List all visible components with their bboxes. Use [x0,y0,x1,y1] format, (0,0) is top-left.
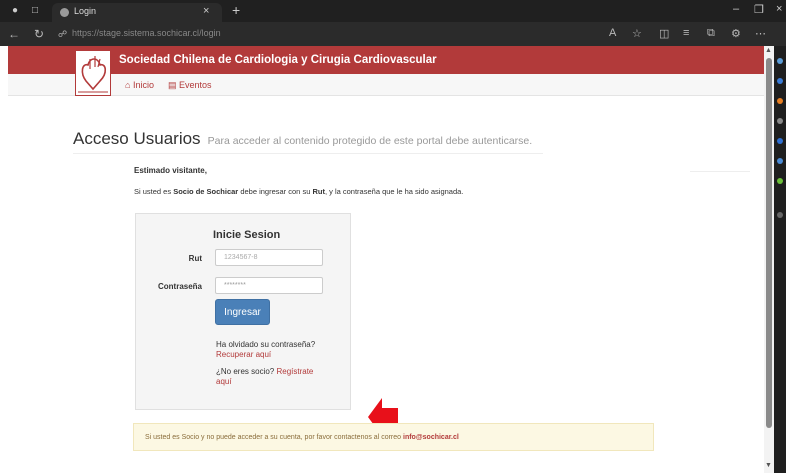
greeting: Estimado visitante, [134,166,207,175]
password-label: Contraseña [157,282,202,291]
register-block: ¿No eres socio? Regístrate aquí [216,367,316,387]
recover-password-link[interactable]: Recuperar aquí [216,350,271,359]
rut-input[interactable] [215,249,323,266]
shopping-icon[interactable] [777,98,783,104]
heart-logo-icon [78,56,108,93]
search-icon[interactable] [777,58,783,64]
site-title: Sociedad Chilena de Cardiologia y Cirugi… [119,54,437,66]
forgot-password-block: Ha olvidado su contraseña? Recuperar aqu… [216,340,346,360]
read-aloud-icon[interactable]: A [609,27,616,39]
url-host: https://stage.sistema.sochicar.cl [72,28,200,38]
ingresar-button[interactable]: Ingresar [215,299,270,325]
lock-icon[interactable]: ☍ [58,29,67,40]
nav-item-eventos[interactable]: ▤ Eventos [168,80,212,91]
address-bar: ← ↻ ☍ https://stage.sistema.sochicar.cl/… [0,22,786,46]
tab-close-icon[interactable]: × [203,5,209,17]
games-icon[interactable] [777,178,783,184]
scrollbar-thumb[interactable] [766,58,772,428]
browser-tab[interactable]: Login × [52,3,222,22]
info-text: debe ingresar con su [238,187,313,196]
maximize-icon[interactable]: ❐ [754,3,764,16]
info-text: Si usted es [134,187,174,196]
help-notice: Si usted es Socio y no puede acceder a s… [133,423,654,451]
url-field[interactable]: https://stage.sistema.sochicar.cl/login [72,28,221,38]
contact-email-link[interactable]: info@sochicar.cl [403,434,459,441]
site-nav: ⌂ Inicio ▤ Eventos [8,74,764,96]
outlook-icon[interactable] [777,158,783,164]
add-sidebar-icon[interactable] [777,212,783,218]
url-path: /login [199,28,221,38]
info-bold-rut: Rut [312,187,325,196]
office-icon[interactable] [777,138,783,144]
login-form: Inicie Sesion Rut Contraseña Ingresar Ha… [135,213,351,410]
browser-sidebar [774,46,786,473]
site-logo[interactable] [75,50,111,96]
divider [690,171,750,172]
tab-actions-icon[interactable]: □ [28,4,42,18]
refresh-icon[interactable]: ↻ [34,27,44,41]
scroll-up-icon[interactable]: ▲ [765,47,772,54]
page-scrollbar[interactable]: ▲ ▼ [764,46,774,473]
tab-title: Login [74,6,97,16]
not-member-text: ¿No eres socio? [216,367,277,376]
more-menu-icon[interactable]: ⋯ [755,27,766,40]
notice-text: Si usted es Socio y no puede acceder a s… [145,434,459,441]
favorite-star-icon[interactable]: ☆ [632,27,642,40]
login-instructions: Si usted es Socio de Sochicar debe ingre… [134,187,463,196]
page-subtitle: Para acceder al contenido protegido de e… [207,135,533,147]
password-input[interactable] [215,277,323,294]
new-tab-button[interactable]: + [232,2,240,18]
extensions-icon[interactable]: ⚙ [731,27,741,40]
web-page: Sociedad Chilena de Cardiologia y Cirugi… [0,46,764,473]
page-heading: Acceso Usuarios Para acceder al contenid… [73,129,532,149]
collections-icon[interactable]: ⧉ [707,27,715,40]
site-header: Sociedad Chilena de Cardiologia y Cirugi… [8,46,764,74]
nav-item-inicio[interactable]: ⌂ Inicio [125,80,154,90]
split-screen-icon[interactable]: ◫ [659,27,669,40]
login-title: Inicie Sesion [213,229,281,241]
browser-titlebar: ● □ Login × + – ❐ × [0,0,786,22]
close-window-icon[interactable]: × [776,3,782,15]
copilot-icon[interactable] [777,78,783,84]
notice-message: Si usted es Socio y no puede acceder a s… [145,434,403,441]
tab-favicon-icon [60,8,69,17]
favorites-list-icon[interactable]: ≡ [683,27,689,39]
page-title: Acceso Usuarios [73,129,201,148]
minimize-icon[interactable]: – [733,3,739,15]
divider [73,153,543,154]
back-icon[interactable]: ← [8,27,20,41]
profile-icon[interactable]: ● [8,4,22,18]
calendar-icon: ▤ [168,80,177,90]
nav-label-inicio: Inicio [132,80,154,90]
rut-label: Rut [188,254,202,263]
tools-icon[interactable] [777,118,783,124]
scroll-down-icon[interactable]: ▼ [765,462,772,469]
home-icon: ⌂ [125,80,131,90]
forgot-password-text: Ha olvidado su contraseña? [216,340,316,349]
info-bold-socio: Socio de Sochicar [173,187,239,196]
nav-label-eventos: Eventos [179,80,212,90]
info-text: , y la contraseña que le ha sido asignad… [324,187,464,196]
